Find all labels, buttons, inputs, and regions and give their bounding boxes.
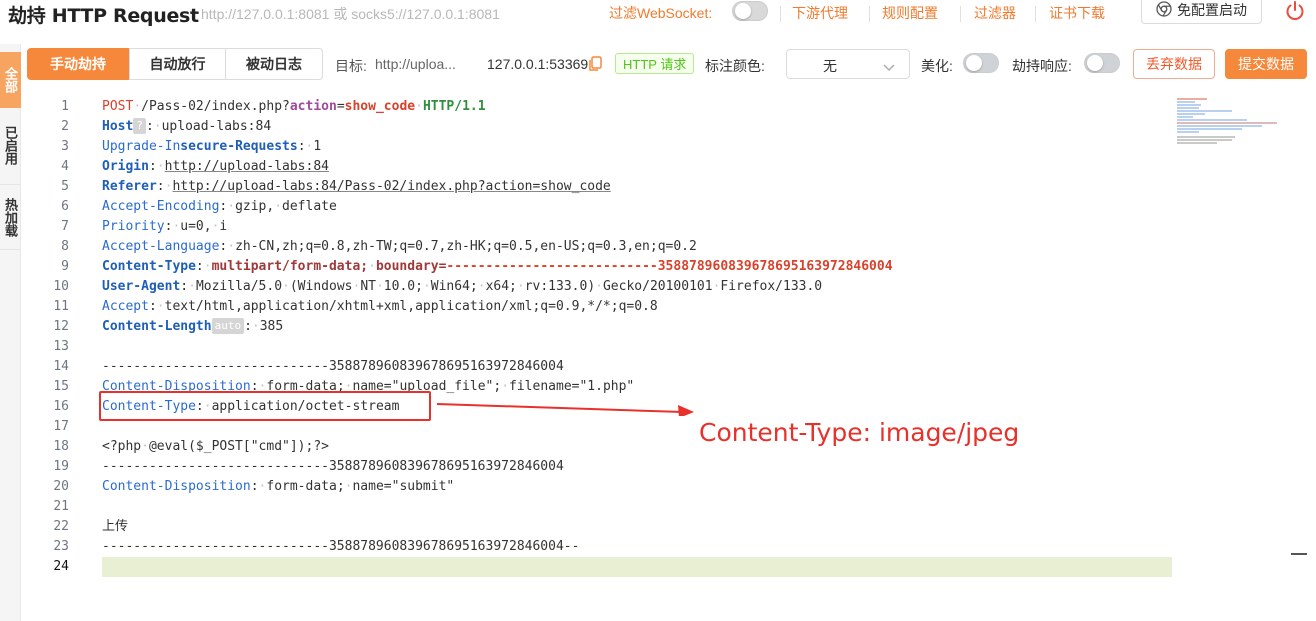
code-line: -----------------------------35887896083…: [102, 359, 564, 374]
sidebar-tab-enabled[interactable]: 已启用: [0, 114, 21, 176]
cert-download-link[interactable]: 证书下载: [1049, 3, 1105, 23]
line-number: 5: [61, 179, 69, 194]
target-url: http://uploa...: [375, 56, 456, 72]
code-line: User-Agent:·Mozilla/5.0·(Windows·NT·10.0…: [102, 279, 823, 294]
code-line: Accept-Language:·zh-CN,zh;q=0.8,zh-TW;q=…: [102, 239, 697, 254]
launch-button-label: 免配置启动: [1177, 2, 1247, 18]
code-area[interactable]: POST·/Pass-02/index.php?action=show_code…: [102, 97, 1172, 577]
line-number: 11: [53, 299, 69, 314]
divider: [780, 6, 781, 22]
line-number: 3: [61, 139, 69, 154]
request-type-badge: HTTP 请求: [615, 53, 695, 74]
line-number: 16: [53, 399, 69, 414]
line-number: 18: [53, 439, 69, 454]
annotation-highlight-box: [99, 391, 431, 421]
line-number: 15: [53, 379, 69, 394]
code-line: Origin:·http://upload-labs:84: [102, 159, 329, 174]
length-hint-badge[interactable]: auto: [211, 318, 245, 334]
chevron-down-icon: [883, 59, 895, 75]
filter-link[interactable]: 过滤器: [974, 3, 1016, 23]
sidebar-tab-hot-reload[interactable]: 热加载: [0, 184, 21, 250]
code-line: Accept:·text/html,application/xhtml+xml,…: [102, 299, 658, 314]
power-icon[interactable]: [1284, 0, 1306, 22]
app-title: 劫持 HTTP Request: [8, 5, 199, 27]
mark-color-label: 标注颜色:: [705, 58, 765, 74]
chrome-icon: [1156, 0, 1172, 20]
annotation-arrow-icon: [436, 403, 694, 416]
scroll-position-marker[interactable]: [1291, 553, 1307, 555]
code-line: POST·/Pass-02/index.php?action=show_code…: [102, 99, 486, 114]
line-number: 12: [53, 319, 69, 334]
mark-color-select[interactable]: 无: [786, 49, 910, 79]
sidebar: 全部 已启用 热加载: [0, 44, 21, 621]
line-number: 17: [53, 419, 69, 434]
editor-minimap[interactable]: [1177, 96, 1282, 146]
line-number: 7: [61, 219, 69, 234]
code-line: Content-Disposition:·form-data;·name="su…: [102, 479, 455, 494]
rule-config-link[interactable]: 规则配置: [882, 3, 938, 23]
hijack-response-toggle[interactable]: [1084, 53, 1120, 73]
line-number: 4: [61, 159, 69, 174]
launch-browser-button[interactable]: 免配置启动: [1141, 0, 1262, 24]
top-bar: 劫持 HTTP Request http://127.0.0.1:8081 或 …: [0, 0, 1316, 28]
code-line: Host?:·upload-labs:84: [102, 118, 272, 134]
line-number: 22: [53, 519, 69, 534]
line-number: 13: [53, 339, 69, 354]
line-number-gutter: 1 2 3 4 5 6 7 8 9 10 11 12 13 14 15 16 1…: [27, 97, 77, 577]
line-number: 8: [61, 239, 69, 254]
toolbar: 手动劫持 自动放行 被动日志 目标: http://uploa... 127.0…: [27, 48, 1316, 80]
line-number: 10: [53, 279, 69, 294]
downstream-proxy-link[interactable]: 下游代理: [792, 3, 848, 23]
copy-icon[interactable]: [588, 56, 602, 77]
submit-button[interactable]: 提交数据: [1225, 49, 1307, 79]
filter-websocket-label: 过滤WebSocket:: [609, 5, 713, 21]
request-editor[interactable]: 1 2 3 4 5 6 7 8 9 10 11 12 13 14 15 16 1…: [27, 92, 1316, 621]
target-label: 目标:: [335, 58, 367, 74]
discard-button[interactable]: 丢弃数据: [1133, 49, 1215, 79]
line-number: 23: [53, 539, 69, 554]
divider: [1035, 6, 1036, 22]
code-line: -----------------------------35887896083…: [102, 459, 564, 474]
line-number: 2: [61, 119, 69, 134]
sidebar-tab-all[interactable]: 全部: [0, 52, 21, 108]
beautify-label: 美化:: [921, 58, 953, 74]
annotation-text: Content-Type: image/jpeg: [699, 418, 1020, 447]
line-number: 1: [61, 99, 69, 114]
line-number: 6: [61, 199, 69, 214]
current-line[interactable]: [102, 557, 1172, 577]
code-line: Priority:·u=0,·i: [102, 219, 228, 234]
code-line: Content-Type:·multipart/form-data;·bound…: [102, 259, 893, 274]
host-hint-badge[interactable]: ?: [133, 118, 146, 134]
code-line: Referer:·http://upload-labs:84/Pass-02/i…: [102, 179, 611, 194]
mark-color-value: 无: [823, 58, 837, 74]
line-number: 24: [53, 559, 69, 574]
filter-websocket-toggle[interactable]: [732, 1, 768, 21]
line-number: 9: [61, 259, 69, 274]
divider: [960, 6, 961, 22]
line-number: 14: [53, 359, 69, 374]
code-line: Upgrade-Insecure-Requests:·1: [102, 139, 322, 154]
beautify-toggle[interactable]: [963, 53, 999, 73]
tab-auto-release[interactable]: 自动放行: [129, 48, 226, 80]
code-line: Content-Length auto:·385: [102, 318, 284, 334]
line-number: 20: [53, 479, 69, 494]
line-number: 19: [53, 459, 69, 474]
tab-passive-log[interactable]: 被动日志: [225, 48, 323, 80]
line-number: 21: [53, 499, 69, 514]
tab-manual-hijack[interactable]: 手动劫持: [27, 48, 129, 80]
code-line: 上传: [102, 519, 129, 534]
proxy-address: http://127.0.0.1:8081 或 socks5://127.0.0…: [201, 6, 500, 22]
client-address: 127.0.0.1:53369: [487, 56, 589, 72]
hijack-response-label: 劫持响应:: [1012, 58, 1072, 74]
code-line: -----------------------------35887896083…: [102, 539, 580, 554]
divider: [869, 6, 870, 22]
code-line: Accept-Encoding:·gzip,·deflate: [102, 199, 337, 214]
